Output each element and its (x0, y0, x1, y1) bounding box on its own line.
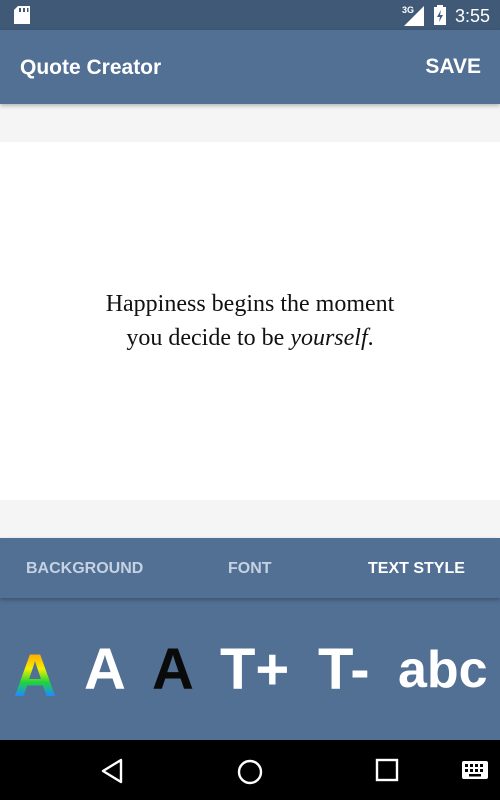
canvas-area: Happiness begins the moment you decide t… (0, 104, 500, 538)
back-icon[interactable] (100, 758, 124, 784)
recents-icon[interactable] (375, 758, 399, 782)
editor-tab-bar: BACKGROUND FONT TEXT STYLE (0, 538, 500, 598)
tab-text-style[interactable]: TEXT STYLE (368, 560, 465, 578)
increase-size-button[interactable]: T+ (220, 638, 289, 702)
quote-line-2-suffix: . (367, 325, 374, 351)
tab-font[interactable]: FONT (228, 560, 272, 578)
quote-line-2-emphasis: yourself (290, 325, 368, 351)
black-color-button[interactable]: A (152, 638, 194, 702)
signal-icon (404, 6, 424, 26)
rainbow-a-glyph: A (13, 642, 56, 702)
decrease-size-button[interactable]: T- (318, 638, 370, 702)
quote-preview[interactable]: Happiness begins the moment you decide t… (0, 142, 500, 500)
battery-icon (434, 5, 446, 25)
status-clock: 3:55 (455, 6, 491, 26)
tab-background[interactable]: BACKGROUND (26, 560, 143, 578)
save-button[interactable]: SAVE (425, 55, 481, 79)
text-style-toolbar: A A A T+ T- abc (0, 598, 500, 740)
white-color-button[interactable]: A (84, 638, 126, 702)
quote-line-1: Happiness begins the moment (105, 291, 395, 317)
keyboard-icon[interactable] (462, 761, 488, 779)
font-case-button[interactable]: abc (398, 638, 488, 702)
quote-text: Happiness begins the moment you decide t… (106, 287, 395, 355)
status-bar: 3G 3:55 (0, 0, 500, 30)
quote-line-2-prefix: you decide to be (126, 325, 291, 351)
sd-card-icon (14, 6, 30, 24)
app-bar: Quote Creator SAVE (0, 30, 500, 104)
app-title: Quote Creator (20, 56, 162, 79)
system-nav-bar (0, 740, 500, 800)
rainbow-color-button[interactable]: A (12, 638, 58, 702)
home-icon[interactable] (236, 758, 264, 786)
